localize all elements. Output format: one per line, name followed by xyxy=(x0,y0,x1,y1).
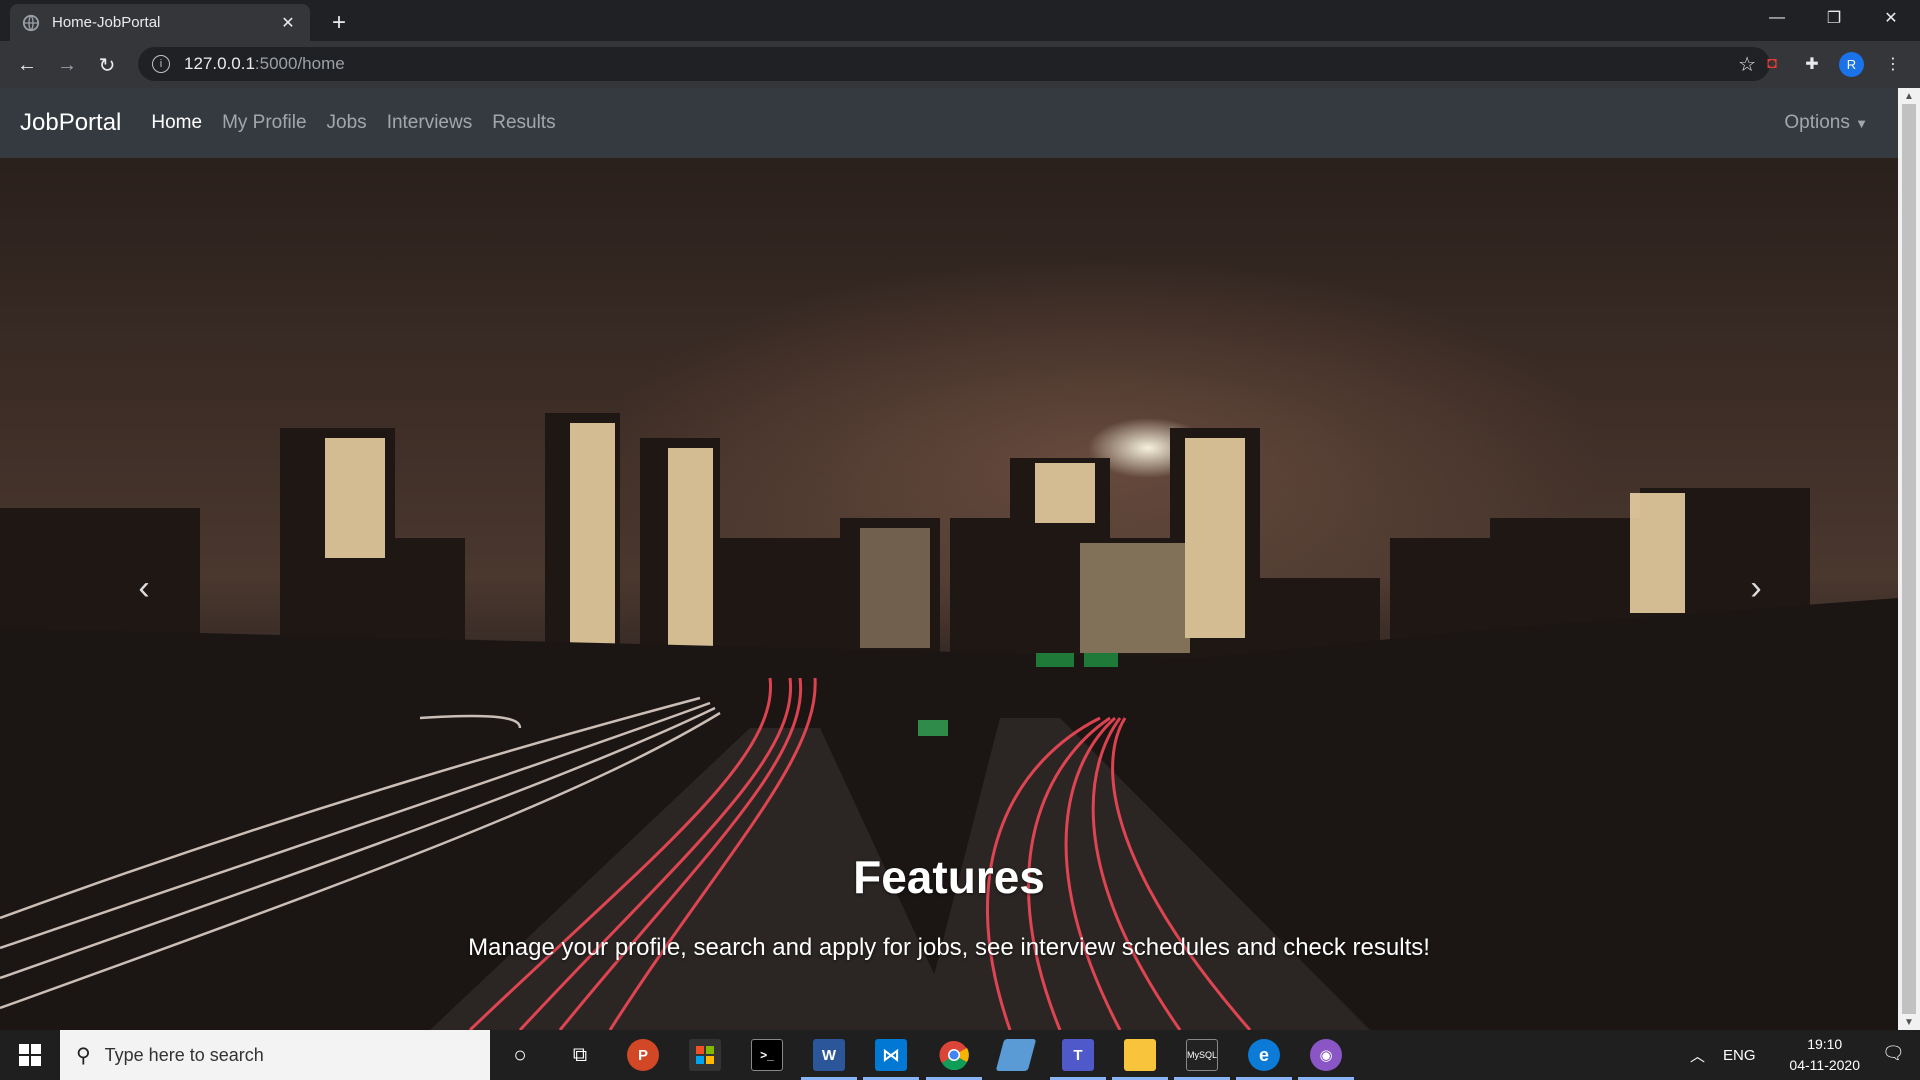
restore-button[interactable]: ❐ xyxy=(1805,0,1863,36)
minimize-button[interactable]: — xyxy=(1748,0,1806,36)
nav-link-home[interactable]: Home xyxy=(151,112,202,134)
nav-link-my-profile[interactable]: My Profile xyxy=(222,112,306,134)
tab-title: Home-JobPortal xyxy=(52,14,161,31)
clock-time: 19:10 xyxy=(1807,1036,1843,1052)
navbar-brand[interactable]: JobPortal xyxy=(20,109,121,137)
chrome-icon[interactable] xyxy=(938,1039,970,1071)
scroll-down-icon[interactable]: ▼ xyxy=(1898,1014,1920,1030)
mysql-icon[interactable]: MySQL xyxy=(1186,1039,1218,1071)
powerpoint-icon[interactable]: P xyxy=(627,1039,659,1071)
browser-tab[interactable]: Home-JobPortal ✕ xyxy=(10,4,310,41)
tray-chevron-icon[interactable]: ︿ xyxy=(1690,1030,1705,1080)
carousel-caption-text: Manage your profile, search and apply fo… xyxy=(468,934,1430,961)
windows-taskbar: ⚲ Type here to search ○ ⧉ P >_ W ⋈ T MyS… xyxy=(0,1030,1920,1080)
close-tab-icon[interactable]: ✕ xyxy=(278,13,298,33)
search-icon: ⚲ xyxy=(76,1044,91,1067)
nav-link-interviews[interactable]: Interviews xyxy=(387,112,473,134)
taskbar-search-box[interactable]: ⚲ Type here to search xyxy=(60,1030,490,1080)
url-host: 127.0.0.1 xyxy=(184,54,255,73)
scrollbar-thumb[interactable] xyxy=(1902,104,1916,1014)
edge-icon[interactable]: e xyxy=(1248,1039,1280,1071)
options-label: Options xyxy=(1784,112,1850,133)
word-icon[interactable]: W xyxy=(813,1039,845,1071)
scroll-up-icon[interactable]: ▲ xyxy=(1898,88,1920,104)
site-navbar: JobPortal Home My Profile Jobs Interview… xyxy=(0,88,1898,158)
page-viewport: JobPortal Home My Profile Jobs Interview… xyxy=(0,88,1920,1030)
reload-button[interactable]: ↻ xyxy=(91,49,123,81)
nav-link-results[interactable]: Results xyxy=(492,112,555,134)
carousel-slide-image: ‹ › Features Manage your profile, search… xyxy=(0,158,1898,1030)
bookmark-star-icon[interactable]: ☆ xyxy=(1738,52,1756,77)
carousel-prev-icon[interactable]: ‹ xyxy=(124,568,164,608)
new-tab-button[interactable]: + xyxy=(325,9,353,37)
site-info-icon[interactable]: i xyxy=(152,55,170,73)
globe-icon xyxy=(22,14,40,31)
profile-avatar[interactable]: R xyxy=(1839,52,1864,77)
taskbar-search-placeholder: Type here to search xyxy=(104,1044,264,1065)
carousel-caption-title: Features xyxy=(853,851,1045,903)
extensions-puzzle-icon[interactable]: ✚ xyxy=(1799,51,1825,77)
store-icon[interactable] xyxy=(689,1039,721,1071)
taskbar-clock[interactable]: 19:10 04-11-2020 xyxy=(1789,1034,1860,1076)
cortana-icon[interactable]: ○ xyxy=(504,1039,536,1071)
address-bar[interactable]: i 127.0.0.1:5000/home ☆ xyxy=(138,47,1770,81)
caret-down-icon: ▼ xyxy=(1855,116,1868,131)
file-explorer-icon[interactable] xyxy=(1124,1039,1156,1071)
terminal-icon[interactable]: >_ xyxy=(751,1039,783,1071)
back-button[interactable]: ← xyxy=(11,49,43,81)
teams-icon[interactable]: T xyxy=(1062,1039,1094,1071)
notepad-icon[interactable] xyxy=(995,1039,1037,1071)
notifications-icon[interactable]: 🗨 xyxy=(1882,1043,1906,1067)
page-scrollbar[interactable]: ▲ ▼ xyxy=(1898,88,1920,1030)
close-window-button[interactable]: ✕ xyxy=(1862,0,1920,36)
kebab-menu-icon[interactable]: ⋮ xyxy=(1880,51,1906,77)
browser-tabbar: Home-JobPortal ✕ + — ❐ ✕ xyxy=(0,0,1920,41)
pocket-extension-icon[interactable]: ◘ xyxy=(1759,51,1785,77)
vscode-icon[interactable]: ⋈ xyxy=(875,1039,907,1071)
browser-toolbar: ← → ↻ i 127.0.0.1:5000/home ☆ ◘ ✚ R ⋮ xyxy=(0,41,1920,88)
url-path: :5000/home xyxy=(254,54,345,73)
github-desktop-icon[interactable]: ◉ xyxy=(1310,1039,1342,1071)
language-indicator[interactable]: ENG xyxy=(1723,1030,1756,1080)
carousel-next-icon[interactable]: › xyxy=(1736,568,1776,608)
forward-button[interactable]: → xyxy=(51,49,83,81)
options-dropdown[interactable]: Options ▼ xyxy=(1784,112,1868,134)
task-view-icon[interactable]: ⧉ xyxy=(564,1039,596,1071)
windows-start-icon[interactable] xyxy=(0,1030,60,1080)
clock-date: 04-11-2020 xyxy=(1789,1057,1860,1073)
nav-link-jobs[interactable]: Jobs xyxy=(327,112,367,134)
